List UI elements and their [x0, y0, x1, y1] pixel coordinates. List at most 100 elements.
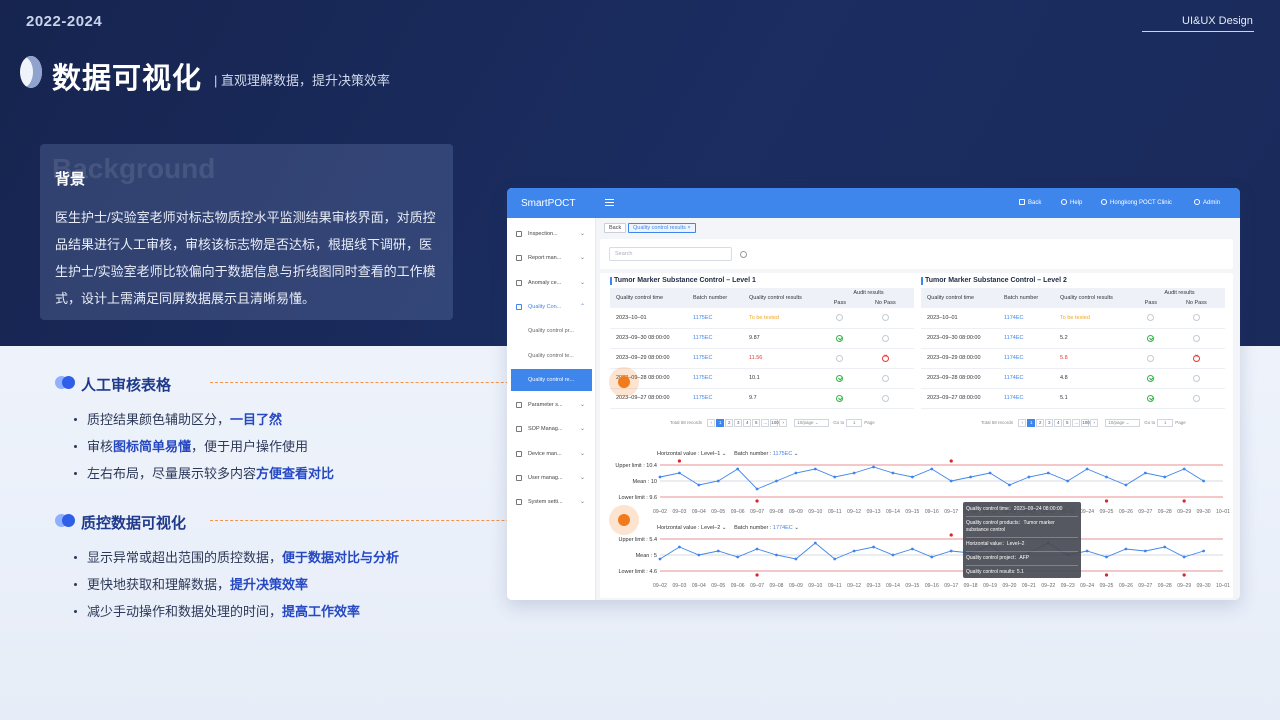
- x-tick-label: 09–29: [1177, 583, 1191, 589]
- chevron-down-icon: ⌄: [580, 280, 586, 286]
- help-nav[interactable]: Help: [1061, 199, 1082, 206]
- search-input[interactable]: Search: [609, 247, 732, 261]
- data-point: [891, 471, 895, 475]
- cell-batch[interactable]: 1175EC: [687, 308, 743, 329]
- pass-radio-icon[interactable]: [1147, 314, 1155, 322]
- sidebar-item-user[interactable]: User manag... ⌄: [507, 467, 596, 489]
- cell-batch[interactable]: 1175EC: [687, 348, 743, 369]
- sidebar-item-inspection[interactable]: Inspection... ⌄: [507, 223, 596, 245]
- page-button[interactable]: 5: [1063, 419, 1072, 427]
- page-ellipsis[interactable]: ...: [761, 419, 770, 427]
- x-tick-label: 09–18: [964, 583, 978, 589]
- page-button[interactable]: 2: [1036, 419, 1045, 427]
- sidebar-item-anomaly[interactable]: Anomaly ce... ⌄: [507, 272, 596, 294]
- page-button[interactable]: 5: [752, 419, 761, 427]
- no-pass-radio-icon[interactable]: [881, 354, 889, 362]
- next-page-button[interactable]: ›: [1090, 419, 1099, 427]
- sidebar-item-sop[interactable]: SOP Manag... ⌄: [507, 418, 596, 440]
- data-point: [678, 471, 681, 475]
- device-icon: [516, 451, 522, 457]
- chart-tooltip: Quality control time：2023–09–24 08:00:00…: [963, 502, 1081, 578]
- x-tick-label: 09–24: [1080, 583, 1094, 589]
- cell-batch[interactable]: 1175EC: [687, 368, 743, 389]
- no-pass-radio-icon[interactable]: [1192, 334, 1200, 342]
- back-nav[interactable]: Back: [1019, 199, 1041, 206]
- tab-quality-control-results[interactable]: Quality control results ×: [628, 223, 696, 233]
- page-button[interactable]: 2: [725, 419, 734, 427]
- page-button[interactable]: 3: [1045, 419, 1054, 427]
- pass-radio-icon[interactable]: [1147, 354, 1155, 362]
- sidebar-subitem-qc-tests[interactable]: Quality control te...: [507, 345, 596, 367]
- table2-pagination: Total 58 records ‹ 1 2 3 4 5... 100 › 10/page ⌄ G…: [981, 419, 1186, 427]
- data-point: [1046, 471, 1050, 475]
- pass-radio-icon[interactable]: [836, 374, 844, 382]
- sidebar-subitem-qc-results[interactable]: Quality control re...: [511, 369, 592, 391]
- cell-batch[interactable]: 1174EC: [998, 348, 1054, 369]
- no-pass-radio-icon[interactable]: [1192, 394, 1200, 402]
- page-size-select[interactable]: 10/page ⌄: [794, 419, 830, 427]
- no-pass-radio-icon[interactable]: [1192, 374, 1200, 382]
- visual-bullet-list: 显示异常或超出范围的质控数据，便于数据对比与分析 更快地获取和理解数据，提升决策…: [74, 548, 399, 629]
- chart1-header[interactable]: Horizontal value : Level–1 ⌄ Batch numbe…: [657, 451, 799, 457]
- pass-radio-icon[interactable]: [836, 334, 844, 342]
- double-dot-icon: [55, 514, 75, 527]
- page-button[interactable]: 4: [1054, 419, 1063, 427]
- chevron-down-icon: ⌄: [580, 426, 586, 432]
- chart2-header[interactable]: Horizontal value : Level–2 ⌄ Batch numbe…: [657, 525, 799, 531]
- pass-radio-icon[interactable]: [1147, 374, 1155, 382]
- help-icon[interactable]: [740, 251, 747, 258]
- sidebar-item-device[interactable]: Device man... ⌄: [507, 443, 596, 465]
- no-pass-radio-icon[interactable]: [881, 374, 889, 382]
- page-button[interactable]: 3: [734, 419, 743, 427]
- page-size-select[interactable]: 10/page ⌄: [1105, 419, 1141, 427]
- goto-page-input[interactable]: 1: [1157, 419, 1174, 427]
- page-button[interactable]: 100: [770, 419, 779, 427]
- sidebar-item-report[interactable]: Report man... ⌄: [507, 247, 596, 269]
- no-pass-radio-icon[interactable]: [1192, 314, 1200, 322]
- sidebar-item-system[interactable]: System setti... ⌄: [507, 491, 596, 513]
- no-pass-radio-icon[interactable]: [881, 334, 889, 342]
- goto-label: Go to: [833, 420, 845, 425]
- page-button[interactable]: 100: [1081, 419, 1090, 427]
- hamburger-icon[interactable]: [605, 199, 614, 206]
- no-pass-radio-icon[interactable]: [881, 394, 889, 402]
- prev-page-button[interactable]: ‹: [707, 419, 716, 427]
- data-point: [1202, 549, 1205, 553]
- goto-page-input[interactable]: 1: [846, 419, 863, 427]
- x-tick-label: 09–29: [1177, 509, 1191, 515]
- pass-radio-icon[interactable]: [1147, 394, 1155, 402]
- anomaly-icon: [516, 280, 522, 286]
- pass-radio-icon[interactable]: [836, 314, 844, 322]
- x-tick-label: 09–25: [1100, 509, 1114, 515]
- cell-batch[interactable]: 1175EC: [687, 328, 743, 349]
- data-point: [755, 547, 759, 551]
- sidebar-item-quality-control[interactable]: Quality Con... ⌃: [507, 296, 596, 318]
- x-tick-label: 09–04: [692, 583, 706, 589]
- pass-radio-icon[interactable]: [1147, 334, 1155, 342]
- next-page-button[interactable]: ›: [779, 419, 788, 427]
- x-tick-label: 09–08: [770, 583, 784, 589]
- page-button[interactable]: 1: [1027, 419, 1036, 427]
- tab-back[interactable]: Back: [604, 223, 627, 233]
- page-ellipsis[interactable]: ...: [1072, 419, 1081, 427]
- no-pass-radio-icon[interactable]: [881, 314, 889, 322]
- cell-batch[interactable]: 1174EC: [998, 368, 1054, 389]
- page-button[interactable]: 4: [743, 419, 752, 427]
- x-tick-label: 10–01: [1216, 583, 1230, 589]
- cell-batch[interactable]: 1174EC: [998, 308, 1054, 329]
- pass-radio-icon[interactable]: [836, 394, 844, 402]
- admin-nav[interactable]: Admin: [1194, 199, 1220, 206]
- x-tick-label: 09–23: [1061, 583, 1075, 589]
- pass-radio-icon[interactable]: [836, 354, 844, 362]
- cell-batch[interactable]: 1174EC: [998, 328, 1054, 349]
- cell-batch[interactable]: 1175EC: [687, 388, 743, 409]
- prev-page-button[interactable]: ‹: [1018, 419, 1027, 427]
- clinic-nav[interactable]: Hongkong POCT Clinic: [1101, 199, 1172, 206]
- no-pass-radio-icon[interactable]: [1192, 354, 1200, 362]
- cell-batch[interactable]: 1174EC: [998, 388, 1054, 409]
- sidebar-item-parameter[interactable]: Parameter s... ⌄: [507, 394, 596, 416]
- cell-result: 10.1: [743, 368, 823, 389]
- page-button[interactable]: 1: [716, 419, 725, 427]
- sidebar-subitem-qc-products[interactable]: Quality control pr...: [507, 320, 596, 342]
- section-title-data-visual: 质控数据可视化: [81, 515, 187, 532]
